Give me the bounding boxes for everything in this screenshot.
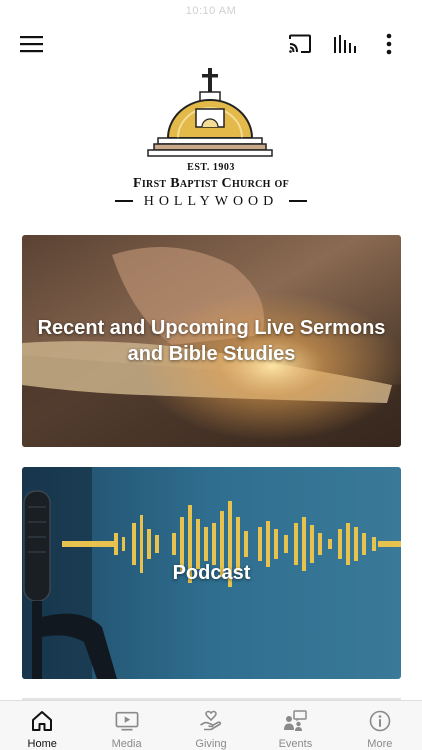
logo-church-name: First Baptist Church of — [133, 176, 289, 191]
bottom-tab-bar: Home Media Giving Events More — [0, 700, 422, 750]
hamburger-menu-icon — [20, 36, 43, 53]
podcast-card[interactable]: Podcast — [22, 467, 401, 679]
home-icon — [30, 709, 54, 732]
logo-city: HOLLYWOOD — [0, 192, 422, 210]
logo-city-text: HOLLYWOOD — [143, 194, 279, 209]
church-logo: EST. 1903 First Baptist Church of HOLLYW… — [0, 66, 422, 216]
cast-icon — [289, 34, 311, 53]
status-bar: 10:10 AM — [0, 0, 422, 22]
tab-media-label: Media — [111, 738, 142, 750]
menu-button[interactable] — [14, 26, 50, 62]
tab-giving[interactable]: Giving — [169, 701, 253, 750]
tab-events-label: Events — [278, 738, 313, 750]
giving-hand-heart-icon — [199, 709, 223, 732]
audio-bars-icon — [334, 35, 356, 53]
church-dome-emblem — [147, 68, 273, 157]
more-vertical-icon — [386, 33, 392, 55]
cast-button[interactable] — [282, 26, 318, 62]
sermons-card-title: Recent and Upcoming Live Sermons and Bib… — [37, 317, 386, 365]
tab-more-label: More — [367, 738, 393, 750]
audio-button[interactable] — [327, 26, 363, 62]
tab-more[interactable]: More — [338, 701, 422, 750]
events-people-icon — [283, 709, 308, 732]
logo-rule-left — [115, 199, 134, 202]
more-options-button[interactable] — [371, 26, 407, 62]
logo-rule-right — [288, 199, 307, 202]
top-app-bar — [0, 26, 422, 62]
tab-home[interactable]: Home — [0, 701, 84, 750]
tab-media[interactable]: Media — [84, 701, 168, 750]
logo-established: EST. 1903 — [187, 162, 235, 173]
tab-giving-label: Giving — [195, 738, 227, 750]
info-circle-icon — [368, 709, 392, 732]
sermons-card[interactable]: Recent and Upcoming Live Sermons and Bib… — [22, 235, 401, 447]
tab-home-label: Home — [27, 738, 57, 750]
podcast-card-title: Podcast — [172, 562, 251, 584]
media-player-icon — [115, 709, 139, 732]
status-time: 10:10 AM — [185, 5, 237, 17]
tab-events[interactable]: Events — [253, 701, 337, 750]
